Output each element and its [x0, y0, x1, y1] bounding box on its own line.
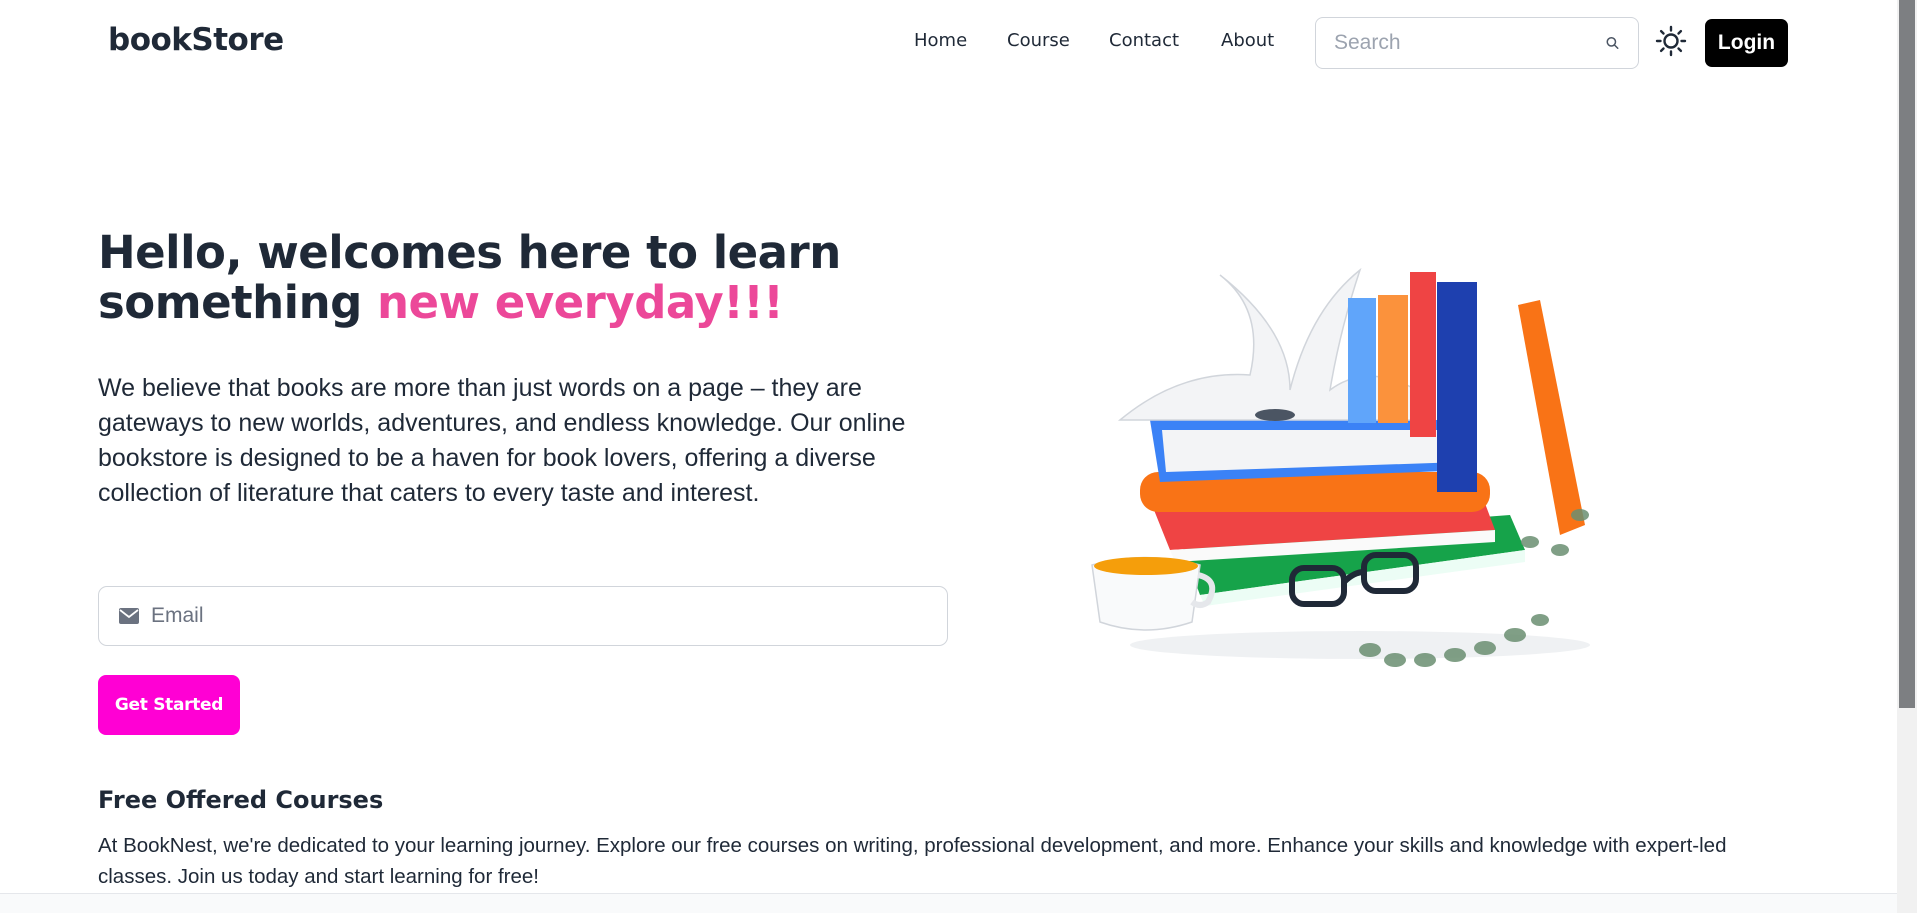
sun-icon[interactable] — [1655, 25, 1687, 57]
login-button[interactable]: Login — [1705, 19, 1788, 67]
logo[interactable]: bookStore — [108, 22, 284, 58]
navbar: bookStore Home Course Contact About Logi… — [0, 0, 1897, 86]
hero-description: We believe that books are more than just… — [98, 374, 906, 507]
hero-title: Hello, welcomes here to learn something … — [98, 228, 998, 328]
search-input[interactable] — [1334, 31, 1605, 55]
mail-icon — [119, 608, 139, 624]
nav-link-about[interactable]: About — [1221, 30, 1274, 51]
search-icon[interactable] — [1605, 34, 1620, 52]
search-box — [1315, 17, 1639, 69]
courses-description: At BookNest, we're dedicated to your lea… — [98, 834, 1727, 888]
email-field[interactable] — [151, 604, 927, 628]
email-field-wrapper — [98, 586, 948, 646]
nav-link-course[interactable]: Course — [1007, 30, 1070, 51]
nav-link-home[interactable]: Home — [914, 30, 967, 51]
horizontal-scrollbar[interactable] — [0, 893, 1897, 913]
books-illustration — [1091, 267, 1590, 667]
vertical-scrollbar[interactable] — [1897, 0, 1917, 913]
hero-title-accent: new everyday!!! — [377, 276, 784, 329]
scrollbar-thumb[interactable] — [1899, 0, 1915, 708]
courses-title: Free Offered Courses — [98, 786, 384, 814]
get-started-button[interactable]: Get Started — [98, 675, 240, 735]
nav-link-contact[interactable]: Contact — [1109, 30, 1179, 51]
